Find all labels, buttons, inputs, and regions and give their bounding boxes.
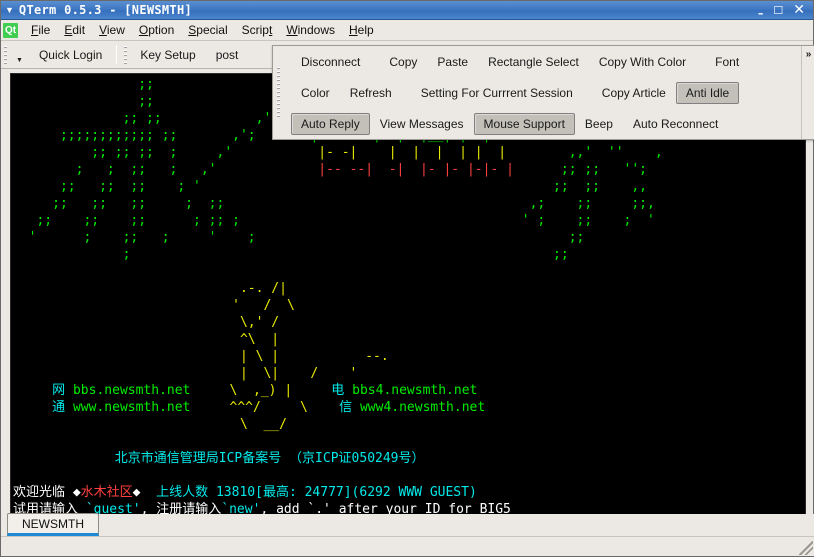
session-toolbar-rows: Disconnect Copy Paste Rectangle Select C… bbox=[283, 46, 801, 139]
toolbar-beep[interactable]: Beep bbox=[575, 113, 623, 135]
toolbar-setting-current-session[interactable]: Setting For Currrent Session bbox=[411, 82, 583, 104]
resize-grip-icon[interactable] bbox=[799, 541, 813, 555]
toolbar-extend-button[interactable]: » bbox=[801, 46, 814, 139]
menu-special[interactable]: Special bbox=[181, 21, 234, 39]
toolbar-rectangle-select[interactable]: Rectangle Select bbox=[478, 51, 589, 73]
toolbar-copy[interactable]: Copy bbox=[379, 51, 427, 73]
menu-file[interactable]: File bbox=[24, 21, 57, 39]
toolbar-disconnect[interactable]: Disconnect bbox=[291, 51, 370, 73]
toolbar-post[interactable]: post bbox=[206, 41, 249, 68]
toolbar-anti-idle[interactable]: Anti Idle bbox=[675, 81, 740, 104]
toolbar-extend-icon: » bbox=[805, 49, 812, 60]
toolbar-color[interactable]: Color bbox=[291, 82, 340, 104]
minimize-icon[interactable]: – bbox=[758, 8, 764, 19]
session-toolbar-row-3: Auto Reply View Messages Mouse Support B… bbox=[283, 108, 801, 139]
session-toolbar-grip[interactable] bbox=[273, 46, 283, 139]
toolbar-refresh[interactable]: Refresh bbox=[340, 82, 402, 104]
toolbar-overflow-icon[interactable]: ▼ bbox=[10, 57, 29, 64]
terminal-screen[interactable]: ;; ;; ,' ;; ;; ,' ----- --- --- -- -- --… bbox=[11, 74, 805, 516]
toolbar-auto-reply[interactable]: Auto Reply bbox=[291, 112, 370, 135]
toolbar-view-messages[interactable]: View Messages bbox=[370, 113, 474, 135]
window-title: QTerm 0.5.3 - [NEWSMTH] bbox=[18, 3, 192, 17]
toolbar-copy-article[interactable]: Copy Article bbox=[592, 82, 676, 104]
menu-edit[interactable]: Edit bbox=[57, 21, 92, 39]
toolbar-font[interactable]: Font bbox=[705, 51, 749, 73]
status-bar bbox=[1, 536, 814, 556]
window-controls: – ☐ ✕ bbox=[758, 3, 811, 19]
toolbar-quick-login[interactable]: Quick Login bbox=[29, 41, 112, 68]
toolbar-paste[interactable]: Paste bbox=[427, 51, 478, 73]
qt-logo-icon: Qt bbox=[3, 22, 18, 38]
toolbar-grip-handle-2[interactable] bbox=[121, 41, 130, 68]
maximize-icon[interactable]: ☐ bbox=[773, 5, 783, 16]
menu-windows[interactable]: Windows bbox=[279, 21, 342, 39]
menu-view[interactable]: View bbox=[92, 21, 132, 39]
session-tab-newsmth[interactable]: NEWSMTH bbox=[7, 513, 99, 536]
session-tab-bar: NEWSMTH bbox=[1, 513, 814, 536]
toolbar-grip-handle[interactable] bbox=[1, 41, 10, 68]
title-bar: ▼ QTerm 0.5.3 - [NEWSMTH] – ☐ ✕ bbox=[1, 1, 813, 20]
toolbar-copy-with-color[interactable]: Copy With Color bbox=[589, 51, 696, 73]
close-icon[interactable]: ✕ bbox=[793, 3, 805, 17]
menu-option[interactable]: Option bbox=[132, 21, 181, 39]
menu-help[interactable]: Help bbox=[342, 21, 381, 39]
toolbar-separator bbox=[116, 45, 118, 64]
session-toolbar-panel: Disconnect Copy Paste Rectangle Select C… bbox=[272, 45, 814, 140]
toolbar-key-setup[interactable]: Key Setup bbox=[130, 41, 205, 68]
menu-bar: Qt File Edit View Option Special Script … bbox=[1, 20, 813, 41]
session-toolbar-row-2: Color Refresh Setting For Currrent Sessi… bbox=[283, 77, 801, 108]
menu-script[interactable]: Script bbox=[235, 21, 280, 39]
toolbar-auto-reconnect[interactable]: Auto Reconnect bbox=[623, 113, 728, 135]
toolbar-mouse-support[interactable]: Mouse Support bbox=[473, 112, 575, 135]
qterm-window: ▼ QTerm 0.5.3 - [NEWSMTH] – ☐ ✕ Qt File … bbox=[0, 0, 814, 557]
session-toolbar-row-1: Disconnect Copy Paste Rectangle Select C… bbox=[283, 46, 801, 77]
window-menu-icon[interactable]: ▼ bbox=[5, 5, 14, 15]
